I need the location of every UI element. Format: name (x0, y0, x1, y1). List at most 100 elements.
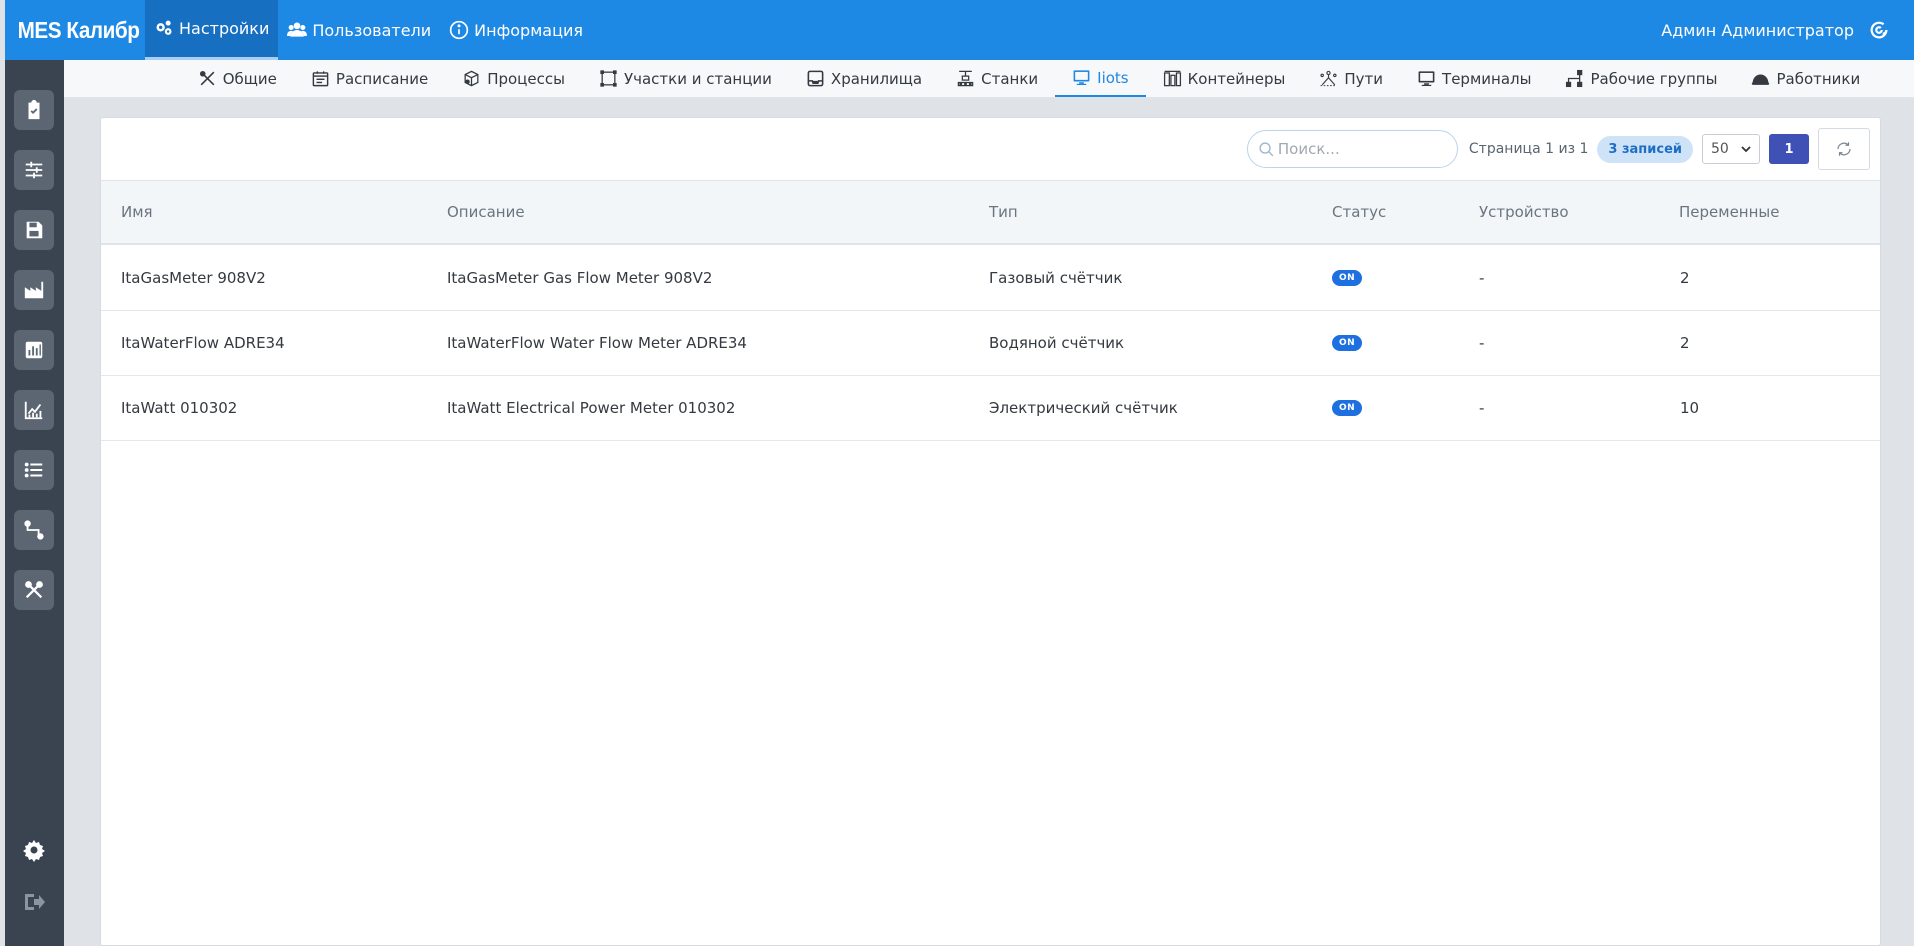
sidebar-item-save[interactable] (14, 210, 54, 250)
cell-name: ItaWatt 010302 (121, 399, 238, 417)
iiots-panel: Страница 1 из 1 3 записей 50 1 Имя Описа… (100, 117, 1881, 946)
tab-areas-stations[interactable]: Участки и станции (582, 60, 789, 97)
sidebar-item-factory[interactable] (14, 270, 54, 310)
column-header-type[interactable]: Тип (989, 181, 1018, 243)
cell-variables: 10 (1680, 399, 1700, 417)
column-header-variables[interactable]: Переменные (1679, 181, 1780, 243)
sidebar-item-bar-chart[interactable] (14, 330, 54, 370)
area-icon (600, 70, 617, 87)
page-button-current[interactable]: 1 (1769, 134, 1809, 164)
users-icon (287, 22, 308, 37)
tab-workers[interactable]: Работники (1734, 60, 1877, 97)
factory-icon (24, 281, 44, 299)
cell-device: - (1479, 334, 1485, 352)
tab-general[interactable]: Общие (181, 60, 294, 97)
tab-storages-label: Хранилища (830, 69, 923, 88)
cell-type: Электрический счётчик (989, 399, 1178, 417)
table-header: Имя Описание Тип Статус Устройство Перем… (101, 181, 1880, 245)
page-info: Страница 1 из 1 (1468, 141, 1589, 157)
user-area: Админ Администратор (1661, 19, 1914, 41)
clipboard-check-icon (28, 99, 40, 120)
route-icon (24, 520, 44, 540)
sidebar-logout[interactable] (14, 882, 54, 922)
gears-icon (156, 20, 172, 35)
sidebar-item-tools[interactable] (14, 570, 54, 610)
cell-description: ItaWatt Electrical Power Meter 010302 (447, 399, 736, 417)
tab-schedule[interactable]: Расписание (294, 60, 445, 97)
sidebar-item-routes[interactable] (14, 510, 54, 550)
status-badge: ON (1332, 335, 1363, 351)
table-row[interactable]: ItaGasMeter 908V2 ItaGasMeter Gas Flow M… (101, 246, 1880, 311)
line-chart-icon (24, 401, 43, 420)
cell-type: Газовый счётчик (989, 269, 1123, 287)
topnav-settings[interactable]: Настройки (145, 0, 279, 60)
monitor-icon (1073, 70, 1090, 86)
tab-processes[interactable]: Процессы (445, 60, 582, 97)
sidebar-item-tasks[interactable] (14, 90, 54, 130)
user-name[interactable]: Админ Администратор (1661, 21, 1854, 40)
tab-general-label: Общие (222, 69, 277, 88)
save-icon (26, 221, 43, 239)
cell-status: ON (1332, 246, 1363, 310)
tab-paths-label: Пути (1344, 69, 1384, 88)
path-icon (1320, 70, 1337, 87)
swirl-logo-icon[interactable] (1868, 19, 1890, 41)
brand-logo[interactable]: MES Калибр (5, 17, 140, 44)
tab-workgroups[interactable]: Рабочие группы (1548, 60, 1734, 97)
cell-variables: 2 (1680, 334, 1690, 352)
tab-workers-label: Работники (1776, 69, 1861, 88)
calendar-icon (312, 71, 329, 87)
per-page-value: 50 (1711, 141, 1729, 157)
topnav-users[interactable]: Пользователи (278, 0, 440, 60)
sliders-icon (25, 161, 43, 179)
cell-type: Водяной счётчик (989, 334, 1125, 352)
gear-icon (23, 840, 45, 862)
records-count-badge: 3 записей (1597, 135, 1693, 163)
column-header-device[interactable]: Устройство (1479, 181, 1569, 243)
tab-processes-label: Процессы (487, 69, 565, 88)
list-icon (24, 462, 43, 478)
tab-iiots-label: Iiots (1097, 68, 1129, 87)
per-page-select[interactable]: 50 (1702, 134, 1760, 164)
search-input[interactable] (1277, 140, 1448, 158)
search-box[interactable] (1246, 130, 1458, 168)
containers-icon (1163, 70, 1181, 87)
column-header-status[interactable]: Статус (1332, 181, 1386, 243)
table-toolbar: Страница 1 из 1 3 записей 50 1 (101, 118, 1880, 181)
column-header-description[interactable]: Описание (447, 181, 525, 243)
tab-paths[interactable]: Пути (1302, 60, 1400, 97)
chevron-down-icon (1741, 146, 1751, 153)
refresh-icon (1837, 142, 1851, 156)
table-row[interactable]: ItaWaterFlow ADRE34 ItaWaterFlow Water F… (101, 311, 1880, 376)
tab-terminals[interactable]: Терминалы (1400, 60, 1548, 97)
tab-iiots[interactable]: Iiots (1055, 60, 1146, 97)
top-bar: MES Калибр Настройки Пользователи Информ… (5, 0, 1914, 60)
tab-areas-stations-label: Участки и станции (623, 69, 772, 88)
column-header-name[interactable]: Имя (121, 181, 153, 243)
cell-status: ON (1332, 376, 1363, 440)
group-icon (1566, 69, 1583, 88)
cell-name: ItaGasMeter 908V2 (121, 269, 266, 287)
sidebar-settings[interactable] (14, 830, 54, 870)
search-icon (1259, 141, 1274, 156)
terminal-icon (1418, 71, 1435, 87)
tab-workgroups-label: Рабочие группы (1590, 69, 1718, 88)
tab-machines[interactable]: Станки (939, 60, 1055, 97)
table-row[interactable]: ItaWatt 010302 ItaWatt Electrical Power … (101, 376, 1880, 441)
topnav-users-label: Пользователи (312, 20, 432, 40)
inbox-icon (807, 70, 824, 87)
cell-status: ON (1332, 311, 1363, 375)
info-icon (449, 20, 469, 40)
tools-icon (25, 581, 43, 599)
refresh-button[interactable] (1818, 128, 1870, 170)
tab-storages[interactable]: Хранилища (789, 60, 939, 97)
topnav-info[interactable]: Информация (440, 0, 592, 60)
sidebar-item-filters[interactable] (14, 150, 54, 190)
sidebar-item-line-chart[interactable] (14, 390, 54, 430)
cell-name: ItaWaterFlow ADRE34 (121, 334, 285, 352)
cell-device: - (1479, 399, 1485, 417)
cell-device: - (1479, 269, 1485, 287)
helmet-icon (1752, 74, 1770, 85)
tab-containers[interactable]: Контейнеры (1146, 60, 1303, 97)
sidebar-item-list[interactable] (14, 450, 54, 490)
